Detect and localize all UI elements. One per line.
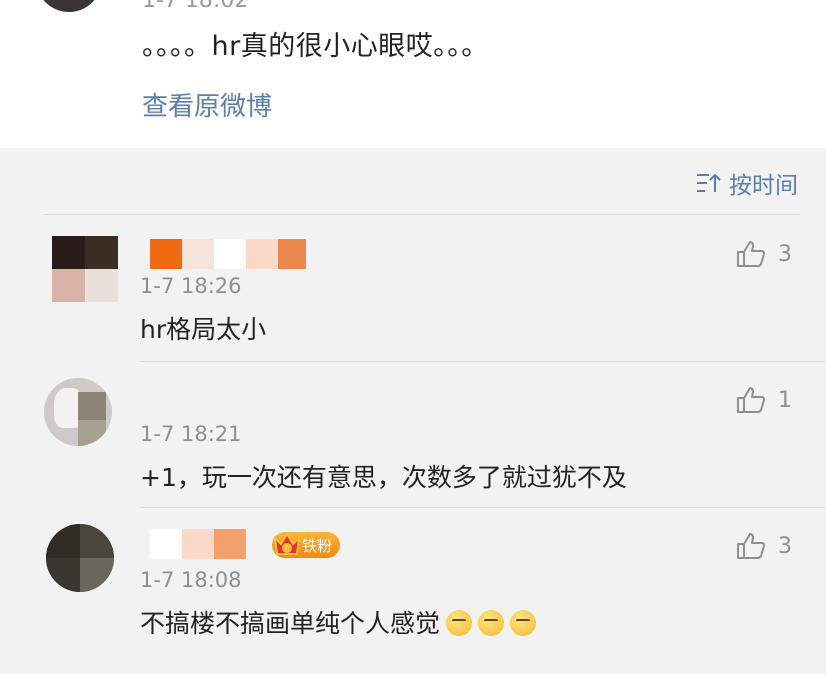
thumbs-up-icon <box>737 387 765 413</box>
crown-icon <box>273 532 301 555</box>
like-button[interactable]: 3 <box>736 532 792 560</box>
sort-icon <box>697 173 721 192</box>
commenter-name[interactable] <box>150 526 246 562</box>
avatar[interactable] <box>52 236 118 302</box>
comment-item: 1-7 18:21 +1，玩一次还有意思，次数多了就过犹不及 1 <box>0 362 826 508</box>
avatar[interactable] <box>46 524 114 592</box>
like-button[interactable]: 1 <box>736 386 792 414</box>
commenter-name[interactable] <box>150 236 306 272</box>
post-author-avatar[interactable] <box>36 0 102 12</box>
post-time: 1-7 18:02 <box>142 0 249 13</box>
comment-item: 铁粉 1-7 18:08 不搞楼不搞画单纯个人感觉 3 <box>0 508 826 674</box>
thumbs-up-icon <box>737 241 765 267</box>
smirk-emoji-icon <box>510 610 537 636</box>
thumbs-up-icon <box>737 533 765 559</box>
comment-time: 1-7 18:08 <box>140 568 242 592</box>
original-post: 1-7 18:02 。。。。hr真的很小心眼哎。。。 查看原微博 <box>0 0 826 148</box>
post-text: 。。。。hr真的很小心眼哎。。。 <box>142 31 489 62</box>
like-count: 3 <box>778 533 792 559</box>
smirk-emoji-icon <box>446 610 473 636</box>
comment-time: 1-7 18:26 <box>140 274 242 298</box>
comment-item: 1-7 18:26 hr格局太小 3 <box>0 214 826 362</box>
sort-by-time-button[interactable]: 按时间 <box>695 166 798 200</box>
badge-label: 铁粉 <box>302 536 333 555</box>
avatar[interactable] <box>44 378 112 446</box>
smirk-emoji-icon <box>478 610 505 636</box>
sort-label: 按时间 <box>729 173 798 199</box>
like-count: 3 <box>778 241 792 267</box>
comment-text-body: 不搞楼不搞画单纯个人感觉 <box>140 609 441 638</box>
fan-badge[interactable]: 铁粉 <box>272 532 341 558</box>
like-count: 1 <box>778 387 792 413</box>
comment-text: 不搞楼不搞画单纯个人感觉 <box>140 604 537 640</box>
comment-text: hr格局太小 <box>140 315 267 344</box>
like-button[interactable]: 3 <box>736 240 792 268</box>
view-original-link[interactable]: 查看原微博 <box>142 86 272 123</box>
comment-time: 1-7 18:21 <box>140 422 242 446</box>
comment-text: +1，玩一次还有意思，次数多了就过犹不及 <box>140 463 627 492</box>
